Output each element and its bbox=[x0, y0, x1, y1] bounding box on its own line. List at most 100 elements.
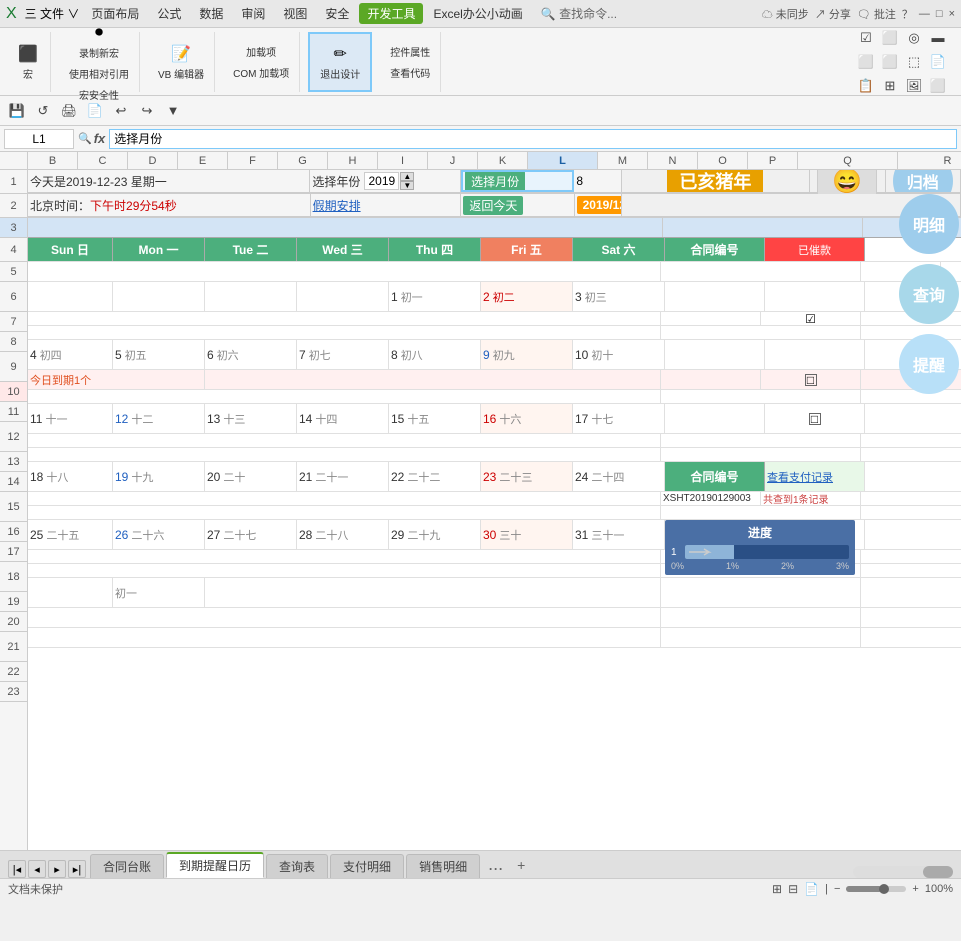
row-num-19[interactable]: 19 bbox=[0, 592, 27, 612]
tab-nav-prev[interactable]: ◂ bbox=[28, 860, 46, 878]
toolbar-icon-2[interactable]: ⬜ bbox=[879, 27, 901, 49]
relative-ref-button[interactable]: 使用相对引用 bbox=[65, 64, 133, 83]
undo-icon[interactable]: ↺ bbox=[32, 100, 54, 122]
col-I[interactable]: I bbox=[378, 152, 428, 169]
row-num-13[interactable]: 13 bbox=[0, 452, 27, 472]
tab-payment-detail[interactable]: 支付明细 bbox=[330, 854, 404, 878]
toolbar-icon-4[interactable]: ▬ bbox=[927, 27, 949, 49]
toolbar-icon-6[interactable]: ⬜ bbox=[879, 51, 901, 73]
return-today-button[interactable]: 返回今天 bbox=[463, 196, 523, 215]
share-btn[interactable]: ↗ 分享 bbox=[815, 6, 851, 22]
guidan-button[interactable]: 归档 bbox=[893, 170, 953, 192]
undo2-icon[interactable]: ↩ bbox=[110, 100, 132, 122]
zoom-plus-btn[interactable]: + bbox=[912, 883, 918, 895]
more-icon[interactable]: ▼ bbox=[162, 100, 184, 122]
row-num-10[interactable]: 10 bbox=[0, 382, 27, 402]
col-E[interactable]: E bbox=[178, 152, 228, 169]
zoom-minus-btn[interactable]: − bbox=[834, 883, 840, 895]
tab-new-btn[interactable]: + bbox=[509, 854, 533, 876]
checkbox-r10[interactable]: □ bbox=[805, 374, 817, 386]
row-num-20[interactable]: 20 bbox=[0, 612, 27, 632]
checkbox-r12[interactable]: □ bbox=[809, 413, 821, 425]
row-num-18[interactable]: 18 bbox=[0, 562, 27, 592]
row-num-23[interactable]: 23 bbox=[0, 682, 27, 702]
maximize-btn[interactable]: □ bbox=[936, 8, 943, 20]
year-up-btn[interactable]: ▲ bbox=[400, 172, 414, 181]
macro-button[interactable]: ⬛ 宏 bbox=[12, 40, 44, 83]
print2-icon[interactable]: 📄 bbox=[84, 100, 106, 122]
print-icon[interactable]: 🖨 bbox=[58, 100, 80, 122]
col-D[interactable]: D bbox=[128, 152, 178, 169]
col-O[interactable]: O bbox=[698, 152, 748, 169]
row-num-7[interactable]: 7 bbox=[0, 312, 27, 332]
row-num-21[interactable]: 21 bbox=[0, 632, 27, 662]
help-btn[interactable]: ？ bbox=[902, 6, 913, 22]
zoom-slider[interactable] bbox=[846, 886, 906, 892]
toolbar-icon-3[interactable]: ◎ bbox=[903, 27, 925, 49]
menu-file[interactable]: 三 文件 ∨ bbox=[25, 5, 80, 22]
tab-contract-ledger[interactable]: 合同台账 bbox=[90, 854, 164, 878]
col-F[interactable]: F bbox=[228, 152, 278, 169]
menu-data[interactable]: 数据 bbox=[191, 3, 231, 24]
toolbar-icon-11[interactable]: 🖼 bbox=[903, 75, 925, 97]
col-C[interactable]: C bbox=[78, 152, 128, 169]
col-N[interactable]: N bbox=[648, 152, 698, 169]
cell-reference-input[interactable]: L1 bbox=[4, 129, 74, 149]
col-R[interactable]: R bbox=[898, 152, 961, 169]
row-num-3[interactable]: 3 bbox=[0, 218, 27, 238]
col-J[interactable]: J bbox=[428, 152, 478, 169]
view-layout-icon[interactable]: ⊟ bbox=[788, 882, 798, 896]
col-H[interactable]: H bbox=[328, 152, 378, 169]
menu-developer[interactable]: 开发工具 bbox=[359, 3, 423, 24]
col-G[interactable]: G bbox=[278, 152, 328, 169]
formula-input[interactable]: 选择月份 bbox=[109, 129, 957, 149]
row-num-16[interactable]: 16 bbox=[0, 522, 27, 542]
row-num-11[interactable]: 11 bbox=[0, 402, 27, 422]
tab-query-table[interactable]: 查询表 bbox=[266, 854, 328, 878]
view-code-button[interactable]: 查看代码 bbox=[386, 63, 434, 82]
tixing-button[interactable]: 提醒 bbox=[899, 334, 959, 394]
tab-nav-next[interactable]: ▸ bbox=[48, 860, 66, 878]
control-props-button[interactable]: 控件属性 bbox=[386, 42, 434, 61]
horizontal-scrollbar[interactable] bbox=[853, 866, 953, 878]
formula-function-icon[interactable]: fx bbox=[94, 131, 106, 146]
menu-review[interactable]: 审阅 bbox=[233, 3, 273, 24]
menu-animation[interactable]: Excel办公小动画 bbox=[425, 3, 530, 24]
col-M[interactable]: M bbox=[598, 152, 648, 169]
row-num-15[interactable]: 15 bbox=[0, 492, 27, 522]
menu-search[interactable]: 🔍 查找命令... bbox=[533, 3, 625, 24]
tab-expiry-calendar[interactable]: 到期提醒日历 bbox=[166, 852, 264, 878]
redo-icon[interactable]: ↪ bbox=[136, 100, 158, 122]
row-num-14[interactable]: 14 bbox=[0, 472, 27, 492]
toolbar-icon-12[interactable]: ⬜ bbox=[927, 75, 949, 97]
col-P[interactable]: P bbox=[748, 152, 798, 169]
addin-button[interactable]: 加载项 bbox=[242, 42, 280, 61]
toolbar-icon-8[interactable]: 📄 bbox=[927, 51, 949, 73]
row-num-1[interactable]: 1 bbox=[0, 170, 27, 194]
row-num-9[interactable]: 9 bbox=[0, 352, 27, 382]
toolbar-icon-10[interactable]: ⊞ bbox=[879, 75, 901, 97]
year-down-btn[interactable]: ▼ bbox=[400, 181, 414, 190]
exit-design-button[interactable]: ✏ 退出设计 bbox=[316, 40, 364, 83]
com-addin-button[interactable]: COM 加载项 bbox=[229, 63, 293, 82]
row-num-8[interactable]: 8 bbox=[0, 332, 27, 352]
col-B[interactable]: B bbox=[28, 152, 78, 169]
vb-editor-button[interactable]: 📝 VB 编辑器 bbox=[154, 40, 208, 83]
year-input[interactable] bbox=[364, 172, 399, 190]
row-num-6[interactable]: 6 bbox=[0, 282, 27, 312]
tab-sales-detail[interactable]: 销售明细 bbox=[406, 854, 480, 878]
toolbar-icon-7[interactable]: ⬚ bbox=[903, 51, 925, 73]
checkbox-r7[interactable]: ☑ bbox=[805, 312, 816, 325]
tab-nav-last[interactable]: ▸| bbox=[68, 860, 86, 878]
toolbar-icon-5[interactable]: ⬜ bbox=[855, 51, 877, 73]
toolbar-icon-1[interactable]: ☑ bbox=[855, 27, 877, 49]
view-page-icon[interactable]: 📄 bbox=[804, 882, 819, 896]
scrollbar-thumb[interactable] bbox=[923, 866, 953, 878]
menu-formula[interactable]: 公式 bbox=[149, 3, 189, 24]
col-K[interactable]: K bbox=[478, 152, 528, 169]
save-icon[interactable]: 💾 bbox=[6, 100, 28, 122]
col-Q[interactable]: Q bbox=[798, 152, 898, 169]
month-select-button[interactable]: 选择月份 bbox=[465, 171, 525, 192]
row-num-5[interactable]: 5 bbox=[0, 262, 27, 282]
row-num-4[interactable]: 4 bbox=[0, 238, 27, 262]
